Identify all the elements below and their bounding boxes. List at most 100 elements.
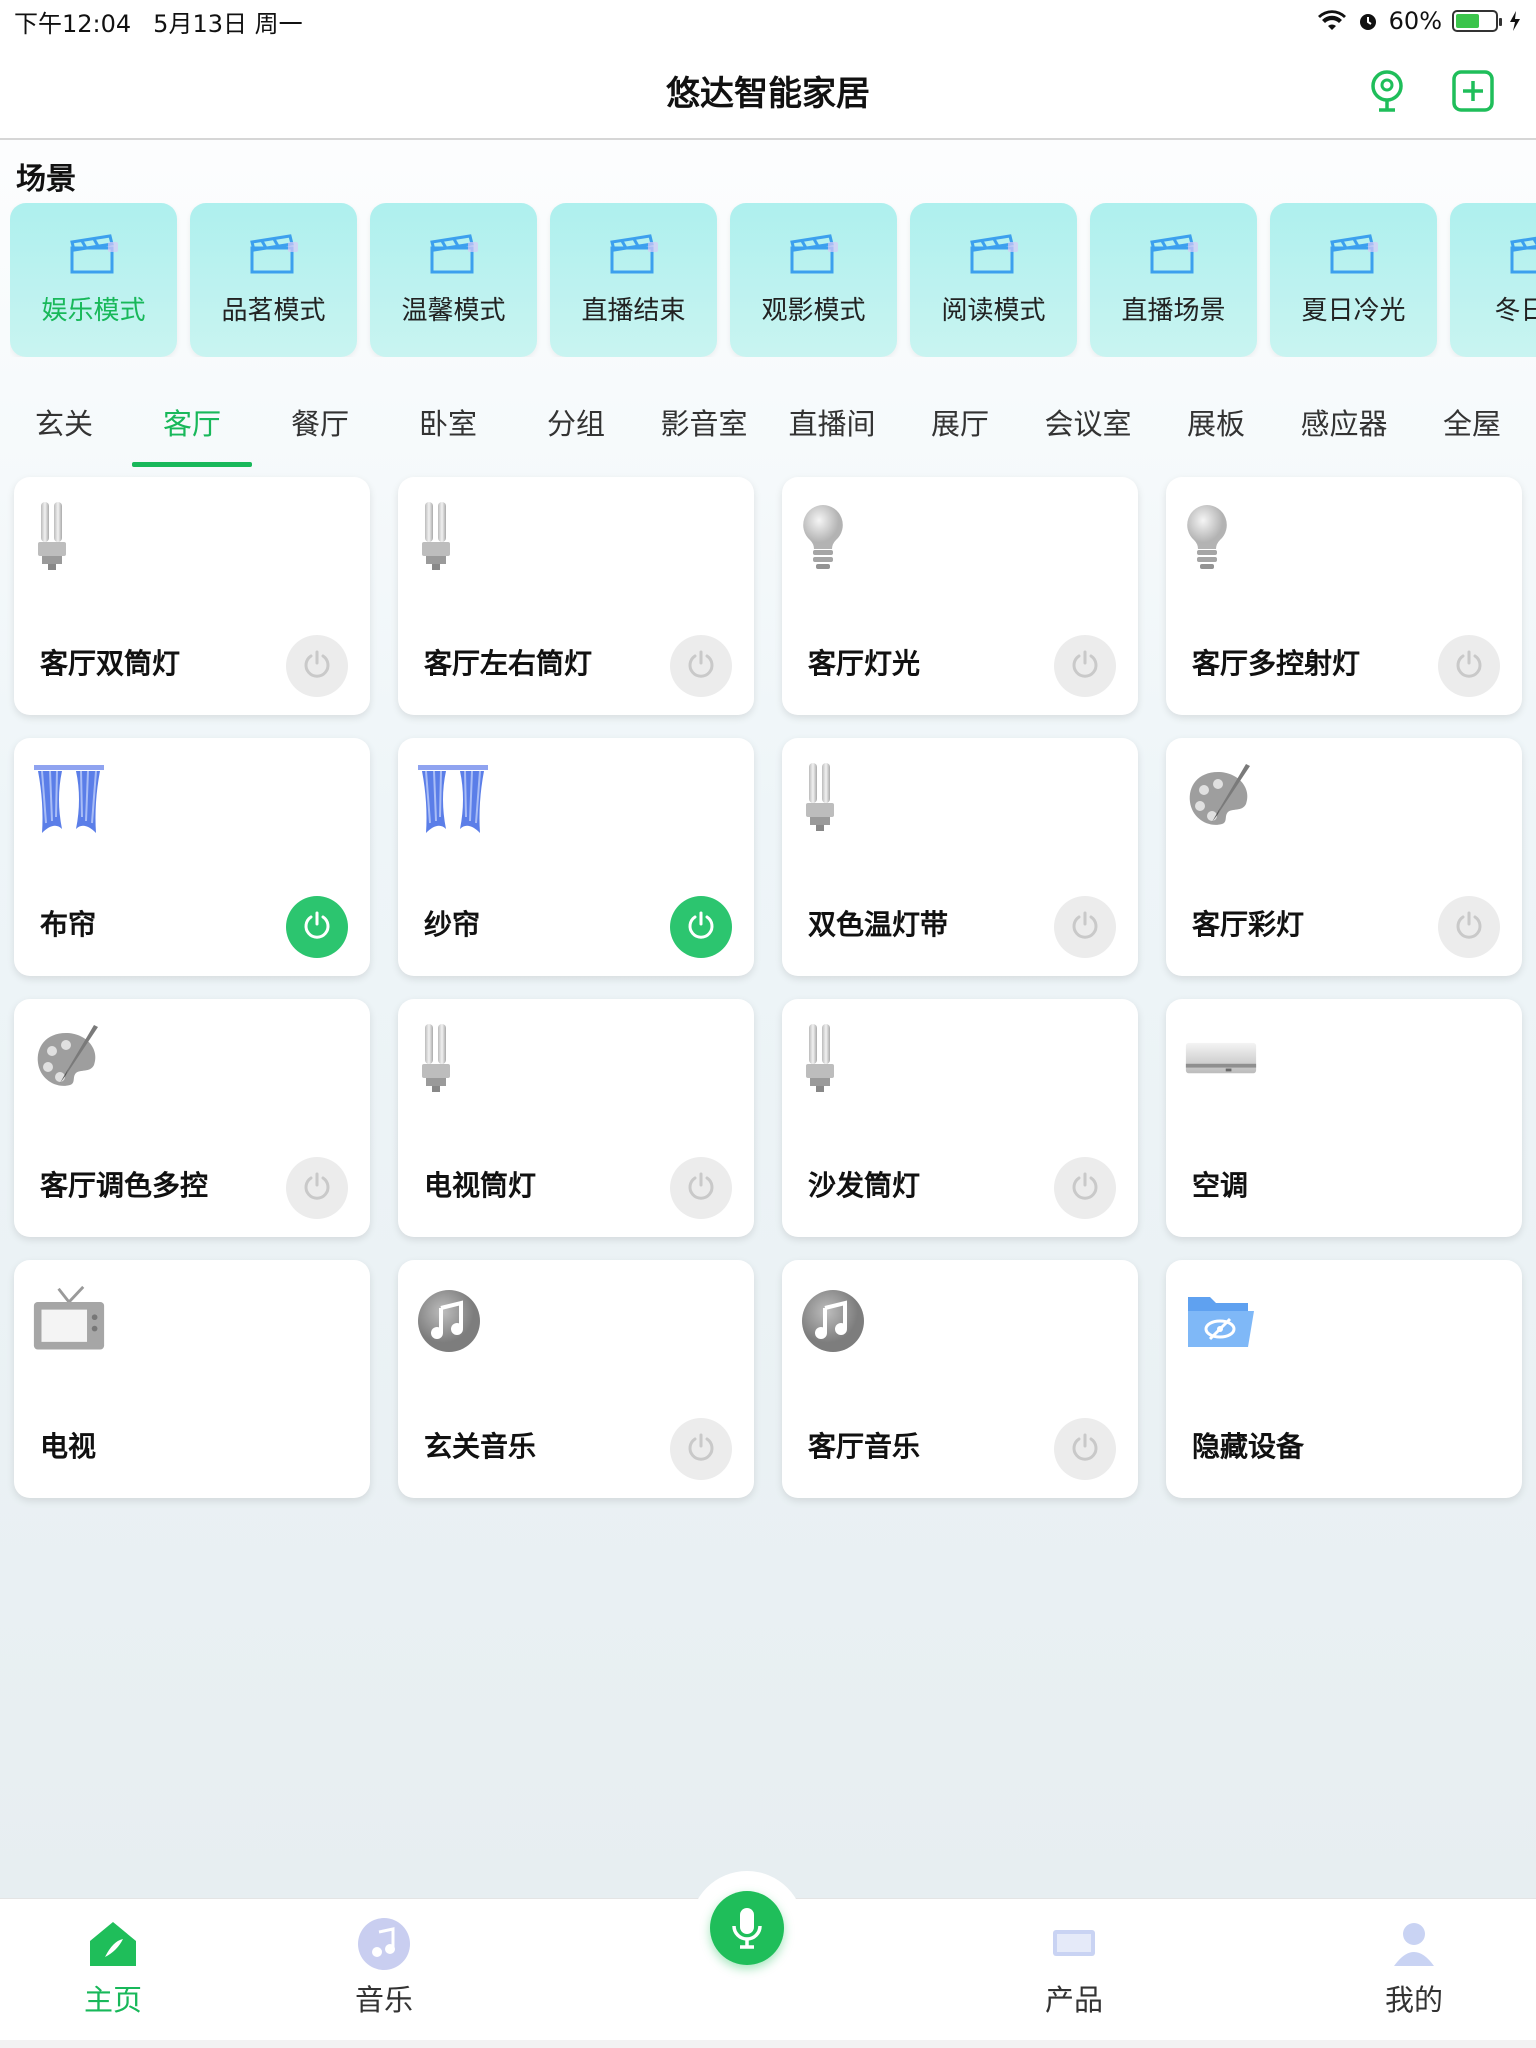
room-tab[interactable]: 展板 bbox=[1152, 385, 1280, 467]
scene-label: 娱乐模式 bbox=[41, 295, 146, 326]
power-button[interactable] bbox=[1438, 896, 1500, 958]
power-button[interactable] bbox=[1054, 635, 1116, 697]
scene-card[interactable]: 观影模式 bbox=[730, 203, 897, 357]
music-nav-icon bbox=[356, 1918, 412, 1970]
room-tab[interactable]: 展厅 bbox=[896, 385, 1024, 467]
nav-music[interactable]: 音乐 bbox=[355, 1918, 414, 2019]
header-actions bbox=[1364, 68, 1496, 114]
device-card[interactable]: 双色温灯带 bbox=[782, 738, 1138, 976]
air-conditioner-icon bbox=[1184, 1023, 1258, 1097]
device-card[interactable]: 布帘 bbox=[14, 738, 370, 976]
power-button[interactable] bbox=[670, 896, 732, 958]
tube-lamp-icon bbox=[800, 762, 874, 836]
scene-card[interactable]: 直播结束 bbox=[550, 203, 717, 357]
scene-label: 直播结束 bbox=[581, 295, 686, 326]
palette-icon bbox=[32, 1023, 106, 1097]
device-card[interactable]: 客厅调色多控 bbox=[14, 999, 370, 1237]
device-card[interactable]: 客厅彩灯 bbox=[1166, 738, 1522, 976]
hidden-folder-icon bbox=[1184, 1284, 1258, 1358]
curtain-icon bbox=[32, 762, 106, 836]
nav-home[interactable]: 主页 bbox=[84, 1919, 142, 2019]
device-card[interactable]: 客厅音乐 bbox=[782, 1260, 1138, 1498]
microphone-icon bbox=[732, 1908, 762, 1949]
curtain-icon bbox=[416, 762, 490, 836]
scene-label: 直播场景 bbox=[1121, 295, 1226, 326]
scene-card[interactable]: 娱乐模式 bbox=[10, 203, 177, 357]
room-tab[interactable]: 分组 bbox=[512, 385, 640, 467]
clapperboard-icon bbox=[788, 233, 840, 276]
voice-button[interactable] bbox=[710, 1891, 784, 1965]
add-button[interactable] bbox=[1450, 68, 1496, 114]
power-button[interactable] bbox=[1054, 896, 1116, 958]
device-card[interactable]: 电视 bbox=[14, 1260, 370, 1498]
status-bar: 下午12:04 5月13日 周一 60% bbox=[0, 0, 1536, 42]
room-tab[interactable]: 玄关 bbox=[0, 385, 128, 467]
user-icon bbox=[1386, 1919, 1442, 1969]
power-button[interactable] bbox=[1054, 1157, 1116, 1219]
scene-section-title: 场景 bbox=[16, 162, 76, 197]
device-name: 布帘 bbox=[40, 908, 97, 941]
device-name: 客厅调色多控 bbox=[40, 1169, 209, 1202]
nav-products[interactable]: 产品 bbox=[1045, 1919, 1103, 2019]
device-card[interactable]: 玄关音乐 bbox=[398, 1260, 754, 1498]
tube-lamp-icon bbox=[800, 1023, 874, 1097]
power-icon bbox=[685, 1431, 717, 1467]
home-indicator bbox=[0, 2040, 1536, 2048]
scene-card[interactable]: 温馨模式 bbox=[370, 203, 537, 357]
nav-products-label: 产品 bbox=[1045, 1983, 1104, 2017]
device-name: 沙发筒灯 bbox=[808, 1169, 921, 1202]
device-card[interactable]: 客厅多控射灯 bbox=[1166, 477, 1522, 715]
room-tab[interactable]: 全屋 bbox=[1408, 385, 1536, 467]
device-card[interactable]: 客厅灯光 bbox=[782, 477, 1138, 715]
scene-card[interactable]: 阅读模式 bbox=[910, 203, 1077, 357]
device-card[interactable]: 电视筒灯 bbox=[398, 999, 754, 1237]
scene-label: 冬日暖 bbox=[1494, 295, 1536, 326]
power-button[interactable] bbox=[670, 1418, 732, 1480]
power-button[interactable] bbox=[286, 635, 348, 697]
power-icon bbox=[1069, 648, 1101, 684]
device-card[interactable]: 沙发筒灯 bbox=[782, 999, 1138, 1237]
room-tab[interactable]: 直播间 bbox=[768, 385, 896, 467]
device-card[interactable]: 纱帘 bbox=[398, 738, 754, 976]
room-tab[interactable]: 影音室 bbox=[640, 385, 768, 467]
room-tab[interactable]: 会议室 bbox=[1024, 385, 1152, 467]
power-icon bbox=[1069, 1170, 1101, 1206]
nav-music-label: 音乐 bbox=[355, 1983, 414, 2017]
scene-card[interactable]: 品茗模式 bbox=[190, 203, 357, 357]
device-card[interactable]: 客厅双筒灯 bbox=[14, 477, 370, 715]
room-tab[interactable]: 客厅 bbox=[128, 385, 256, 467]
power-button[interactable] bbox=[286, 896, 348, 958]
power-icon bbox=[1069, 1431, 1101, 1467]
bulb-icon bbox=[800, 501, 874, 575]
scene-label: 夏日冷光 bbox=[1301, 295, 1406, 326]
device-card[interactable]: 隐藏设备 bbox=[1166, 1260, 1522, 1498]
power-button[interactable] bbox=[1054, 1418, 1116, 1480]
room-tab[interactable]: 餐厅 bbox=[256, 385, 384, 467]
power-button[interactable] bbox=[286, 1157, 348, 1219]
clapperboard-icon bbox=[68, 233, 120, 276]
battery-percent: 60% bbox=[1388, 7, 1442, 35]
power-icon bbox=[685, 1170, 717, 1206]
music-icon bbox=[800, 1284, 874, 1358]
app-header: 悠达智能家居 bbox=[0, 42, 1536, 140]
scene-card[interactable]: 夏日冷光 bbox=[1270, 203, 1437, 357]
power-button[interactable] bbox=[670, 1157, 732, 1219]
battery-fill bbox=[1456, 14, 1479, 28]
scene-card[interactable]: 冬日暖 bbox=[1450, 203, 1536, 357]
tube-lamp-icon bbox=[416, 1023, 490, 1097]
device-card[interactable]: 客厅左右筒灯 bbox=[398, 477, 754, 715]
power-button[interactable] bbox=[1438, 635, 1500, 697]
wifi-icon bbox=[1317, 10, 1346, 30]
power-icon bbox=[1453, 648, 1485, 684]
device-name: 电视筒灯 bbox=[424, 1169, 537, 1202]
power-icon bbox=[301, 1170, 333, 1206]
device-name: 玄关音乐 bbox=[424, 1430, 537, 1463]
status-date: 5月13日 周一 bbox=[153, 9, 303, 38]
camera-button[interactable] bbox=[1364, 68, 1410, 114]
nav-mine[interactable]: 我的 bbox=[1385, 1919, 1443, 2019]
power-button[interactable] bbox=[670, 635, 732, 697]
room-tab[interactable]: 卧室 bbox=[384, 385, 512, 467]
room-tab[interactable]: 感应器 bbox=[1280, 385, 1408, 467]
device-card[interactable]: 空调 bbox=[1166, 999, 1522, 1237]
scene-card[interactable]: 直播场景 bbox=[1090, 203, 1257, 357]
